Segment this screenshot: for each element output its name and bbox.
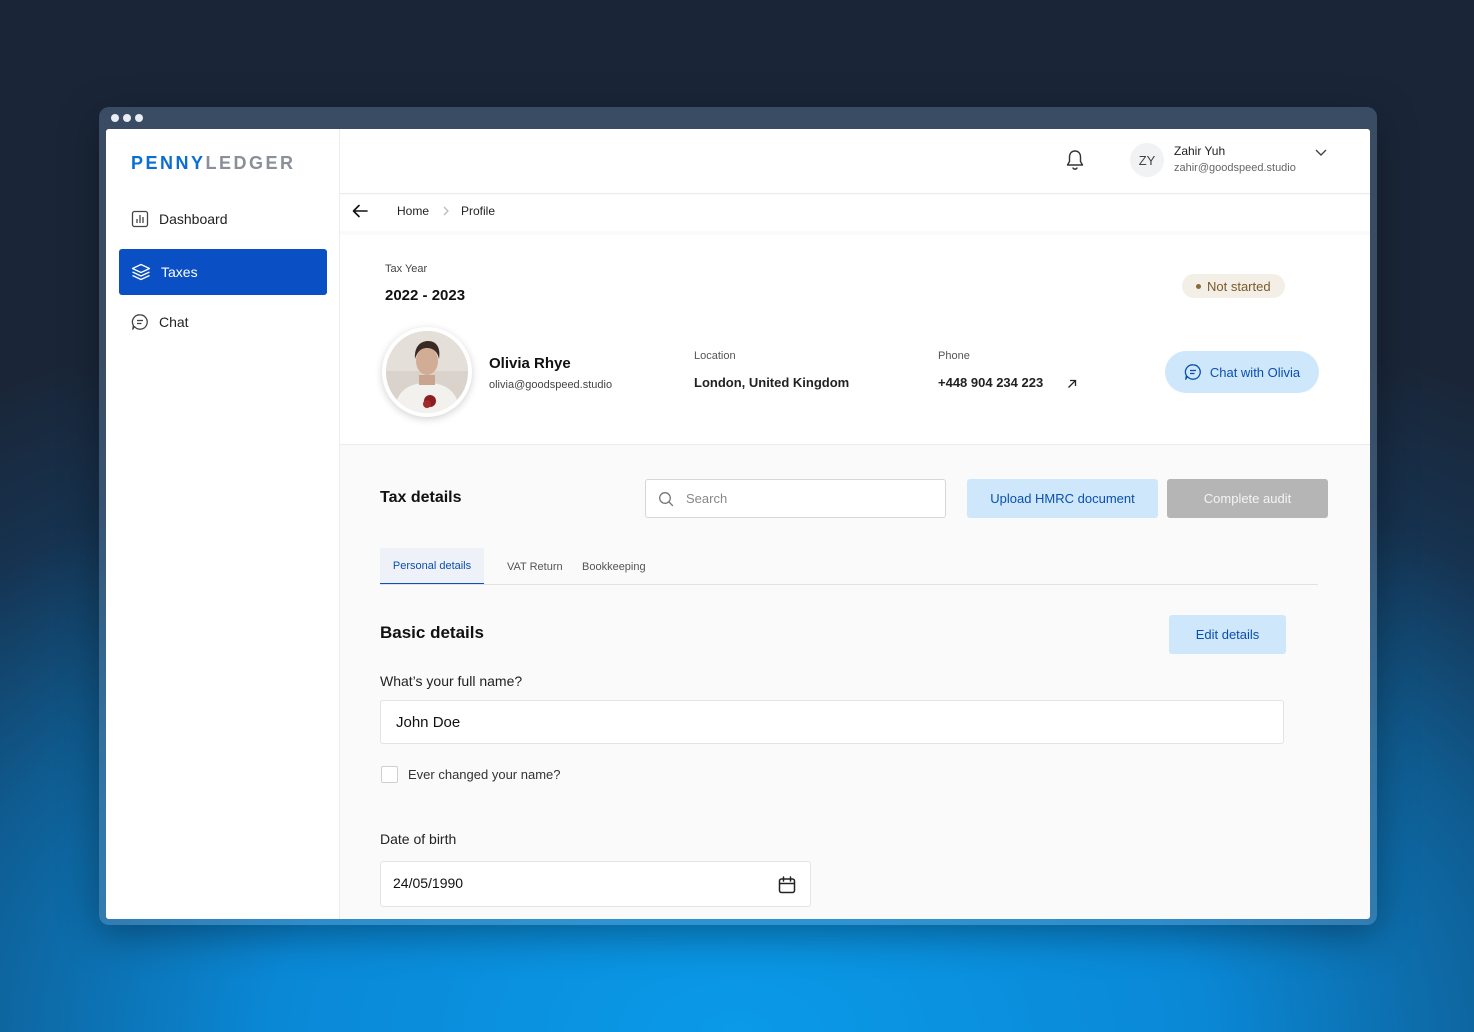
- layers-icon: [131, 263, 151, 281]
- tab-vat-return[interactable]: VAT Return: [507, 548, 563, 585]
- person-name: Olivia Rhye: [489, 355, 571, 372]
- profile-card: Tax Year 2022 - 2023 Not started Olivia …: [340, 235, 1370, 445]
- person-email: olivia@goodspeed.studio: [489, 379, 613, 391]
- brand-logo-part1: PENNY: [131, 153, 206, 173]
- chat-button-label: Chat with Olivia: [1209, 364, 1301, 380]
- brand-logo: PENNYLEDGER: [131, 153, 296, 174]
- complete-audit-button[interactable]: Complete audit: [1167, 479, 1328, 518]
- app-container: PENNYLEDGER Dashboard Taxes Chat ZY Zahi…: [106, 129, 1370, 919]
- sidebar-item-dashboard[interactable]: Dashboard: [119, 196, 327, 242]
- chat-with-button[interactable]: Chat with Olivia: [1165, 351, 1319, 393]
- calendar-icon[interactable]: [777, 875, 797, 895]
- status-dot-icon: [1196, 283, 1201, 289]
- chat-icon: [131, 314, 148, 330]
- full-name-field[interactable]: [380, 700, 1284, 744]
- window-dot-icon: [111, 114, 119, 122]
- tax-details-title: Tax details: [380, 489, 462, 506]
- profile-photo: [382, 327, 472, 417]
- edit-details-button[interactable]: Edit details: [1169, 615, 1286, 654]
- tax-year-value: 2022 - 2023: [385, 287, 466, 304]
- dob-label: Date of birth: [380, 831, 457, 847]
- window-controls: [111, 114, 143, 122]
- full-name-label: What’s your full name?: [380, 673, 523, 689]
- main-content: ZY Zahir Yuh zahir@goodspeed.studio Home…: [340, 129, 1370, 919]
- breadcrumb: Home Profile: [340, 195, 1370, 231]
- tabs-divider: [380, 584, 1318, 585]
- search-box[interactable]: [645, 479, 946, 518]
- changed-name-checkbox[interactable]: [381, 766, 398, 783]
- sidebar-item-label: Chat: [159, 314, 189, 330]
- bell-icon[interactable]: [1065, 149, 1085, 171]
- phone-label: Phone: [938, 350, 970, 362]
- location-label: Location: [694, 350, 736, 362]
- window-dot-icon: [123, 114, 131, 122]
- phone-value[interactable]: +448 904 234 223: [938, 375, 1043, 390]
- tab-personal-details[interactable]: Personal details: [380, 548, 484, 585]
- sidebar-item-taxes[interactable]: Taxes: [119, 249, 327, 295]
- chevron-right-icon: [443, 206, 449, 216]
- chart-icon: [131, 210, 149, 228]
- status-badge: Not started: [1182, 274, 1285, 298]
- chat-icon: [1184, 364, 1201, 380]
- breadcrumb-home[interactable]: Home: [397, 204, 429, 218]
- tab-bookkeeping[interactable]: Bookkeeping: [582, 548, 646, 585]
- changed-name-label: Ever changed your name?: [408, 767, 561, 782]
- user-email: zahir@goodspeed.studio: [1174, 162, 1296, 174]
- upload-hmrc-button[interactable]: Upload HMRC document: [967, 479, 1158, 518]
- external-link-icon[interactable]: [1066, 378, 1078, 390]
- brand-logo-part2: LEDGER: [205, 153, 296, 173]
- breadcrumb-current: Profile: [461, 204, 496, 218]
- sidebar-item-chat[interactable]: Chat: [119, 299, 327, 345]
- sidebar-item-label: Dashboard: [159, 211, 228, 227]
- search-icon: [659, 491, 674, 506]
- status-text: Not started: [1207, 278, 1271, 294]
- user-name: Zahir Yuh: [1174, 144, 1226, 158]
- sidebar-item-label: Taxes: [161, 264, 198, 280]
- top-bar: ZY Zahir Yuh zahir@goodspeed.studio: [340, 129, 1370, 194]
- avatar[interactable]: ZY: [1130, 143, 1164, 177]
- search-input[interactable]: [686, 491, 926, 506]
- window-dot-icon: [135, 114, 143, 122]
- back-arrow-icon[interactable]: [351, 203, 369, 219]
- person-portrait-icon: [386, 331, 468, 413]
- basic-details-title: Basic details: [380, 623, 484, 642]
- dob-field[interactable]: [393, 875, 753, 891]
- chevron-down-icon[interactable]: [1314, 147, 1328, 157]
- sidebar: PENNYLEDGER Dashboard Taxes Chat: [106, 129, 340, 919]
- tax-year-label: Tax Year: [385, 263, 428, 275]
- location-value: London, United Kingdom: [694, 375, 850, 390]
- dob-field-container: [380, 861, 811, 907]
